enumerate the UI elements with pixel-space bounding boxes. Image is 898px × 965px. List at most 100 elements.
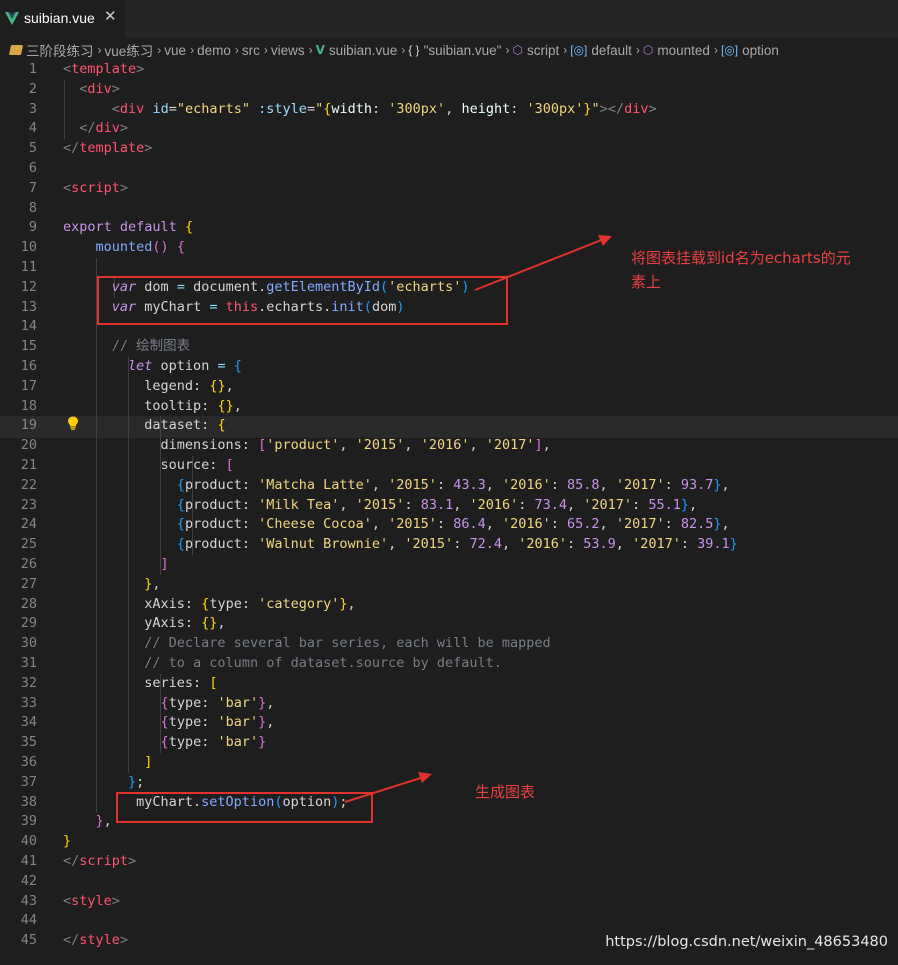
code-token: "echarts" [176, 100, 251, 117]
code-line[interactable]: ] [63, 753, 152, 773]
code-line[interactable]: ] [63, 555, 169, 575]
breadcrumb-item[interactable]: demo [197, 43, 231, 58]
cube-icon: ⬡ [512, 43, 523, 57]
code-line[interactable]: } [63, 832, 71, 852]
code-line[interactable]: <div> [63, 80, 120, 100]
code-line[interactable]: <script> [63, 179, 128, 199]
chevron-right-icon: › [635, 43, 640, 57]
code-token: </ [79, 120, 96, 137]
code-token: } [680, 496, 689, 513]
code-line[interactable]: <template> [63, 60, 144, 80]
code-token: style [79, 932, 120, 949]
close-icon[interactable]: ✕ [104, 7, 117, 25]
code-line[interactable]: // to a column of dataset.source by defa… [63, 654, 502, 674]
code-token: </ [63, 853, 80, 869]
code-line[interactable]: {type: 'bar'}, [63, 713, 275, 733]
code-line[interactable]: // 绘制图表 [63, 337, 190, 357]
code-line[interactable]: {product: 'Cheese Cocoa', '2015': 86.4, … [63, 515, 730, 535]
code-token: > [648, 100, 657, 117]
line-number: 23 [20, 496, 37, 513]
code-token: < [111, 100, 120, 117]
breadcrumb-item[interactable]: views [271, 43, 305, 58]
breadcrumb-item[interactable]: ⬡ script [512, 43, 559, 58]
code-line[interactable]: }, [63, 575, 160, 595]
code-token: let [128, 358, 153, 374]
line-number: 17 [20, 377, 37, 394]
breadcrumb-item[interactable]: [◎] default [570, 43, 632, 58]
code-token: 'bar' [217, 714, 259, 731]
code-token: , [103, 813, 112, 830]
code-token: '2016' [518, 536, 568, 553]
breadcrumb-item[interactable]: { } "suibian.vue" [408, 43, 501, 58]
code-token: : [550, 476, 568, 493]
line-number: 20 [20, 437, 37, 454]
code-token: , [266, 714, 275, 731]
line-number: 33 [20, 694, 37, 711]
breadcrumb-item[interactable]: Vsuibian.vue [316, 43, 398, 58]
code-line[interactable]: </script> [63, 852, 136, 872]
code-token: export [63, 219, 112, 236]
breadcrumb-item[interactable]: [◎] option [721, 43, 779, 58]
code-token: : [510, 100, 527, 117]
code-token: , [567, 496, 584, 513]
code-line[interactable]: xAxis: {type: 'category'}, [63, 595, 355, 615]
code-line[interactable]: // Declare several bar series, each will… [63, 634, 550, 654]
code-token: > [119, 179, 129, 196]
code-line[interactable]: }, [63, 812, 112, 832]
breadcrumb-label: mounted [657, 42, 710, 58]
tab-suibian-vue[interactable]: suibian.vue ✕ [0, 0, 126, 38]
code-line[interactable]: tooltip: {}, [63, 397, 242, 417]
breadcrumb-item[interactable]: 三阶段练习 [8, 40, 94, 60]
code-token: > [119, 932, 129, 949]
code-line[interactable]: <style> [63, 892, 120, 912]
code-token: : [372, 100, 389, 117]
breadcrumb-item[interactable]: vue [164, 43, 186, 58]
code-line[interactable]: </div> [63, 119, 128, 139]
breadcrumb-item[interactable]: vue练习 [105, 40, 154, 60]
code-line[interactable]: mounted() { [63, 238, 185, 258]
code-token: : [550, 516, 568, 533]
watermark: https://blog.csdn.net/weixin_48653480 [605, 934, 888, 950]
code-line[interactable]: </template> [63, 139, 152, 159]
code-token: { [160, 714, 169, 731]
code-token: [ [258, 437, 267, 454]
breadcrumb-item[interactable]: ⬡ mounted [643, 43, 710, 58]
code-line[interactable]: dataset: { [63, 416, 225, 436]
code-token: : [664, 516, 681, 533]
code-line[interactable]: export default { [63, 218, 193, 238]
code-token: default [119, 219, 177, 236]
code-token: // to a column of dataset.source by defa… [144, 655, 502, 671]
code-line[interactable]: source: [ [63, 456, 234, 476]
lightbulb-icon[interactable] [67, 416, 79, 430]
line-number: 29 [20, 615, 37, 632]
code-token: width [331, 100, 372, 117]
code-line[interactable]: {type: 'bar'}, [63, 694, 275, 714]
code-line[interactable]: series: [ [63, 674, 217, 694]
code-line[interactable]: let option = { [63, 357, 242, 377]
code-line[interactable]: }; [63, 773, 144, 793]
breadcrumb-item[interactable]: src [242, 43, 260, 58]
code-line[interactable]: yAxis: {}, [63, 614, 225, 634]
line-number: 30 [20, 635, 37, 652]
code-line[interactable]: dimensions: ['product', '2015', '2016', … [63, 436, 551, 456]
breadcrumb-label: default [591, 42, 632, 58]
line-number: 38 [20, 793, 37, 810]
code-line[interactable]: <div id="echarts" :style="{width: '300px… [63, 100, 657, 120]
code-token: < [63, 61, 72, 77]
code-line[interactable]: {product: 'Milk Tea', '2015': 83.1, '201… [63, 496, 697, 516]
code-token: yAxis: [63, 615, 202, 632]
code-token: < [63, 892, 72, 909]
line-number: 44 [20, 912, 37, 929]
code-line[interactable]: {product: 'Matcha Latte', '2015': 43.3, … [63, 476, 730, 496]
code-token: template [79, 140, 145, 157]
code-token: '2016' [501, 516, 551, 533]
code-line[interactable]: {product: 'Walnut Brownie', '2015': 72.4… [63, 535, 738, 555]
code-line[interactable]: {type: 'bar'} [63, 733, 267, 753]
code-token: div [119, 100, 145, 117]
code-line[interactable]: </style> [63, 931, 128, 951]
code-line[interactable]: legend: {}, [63, 377, 233, 397]
